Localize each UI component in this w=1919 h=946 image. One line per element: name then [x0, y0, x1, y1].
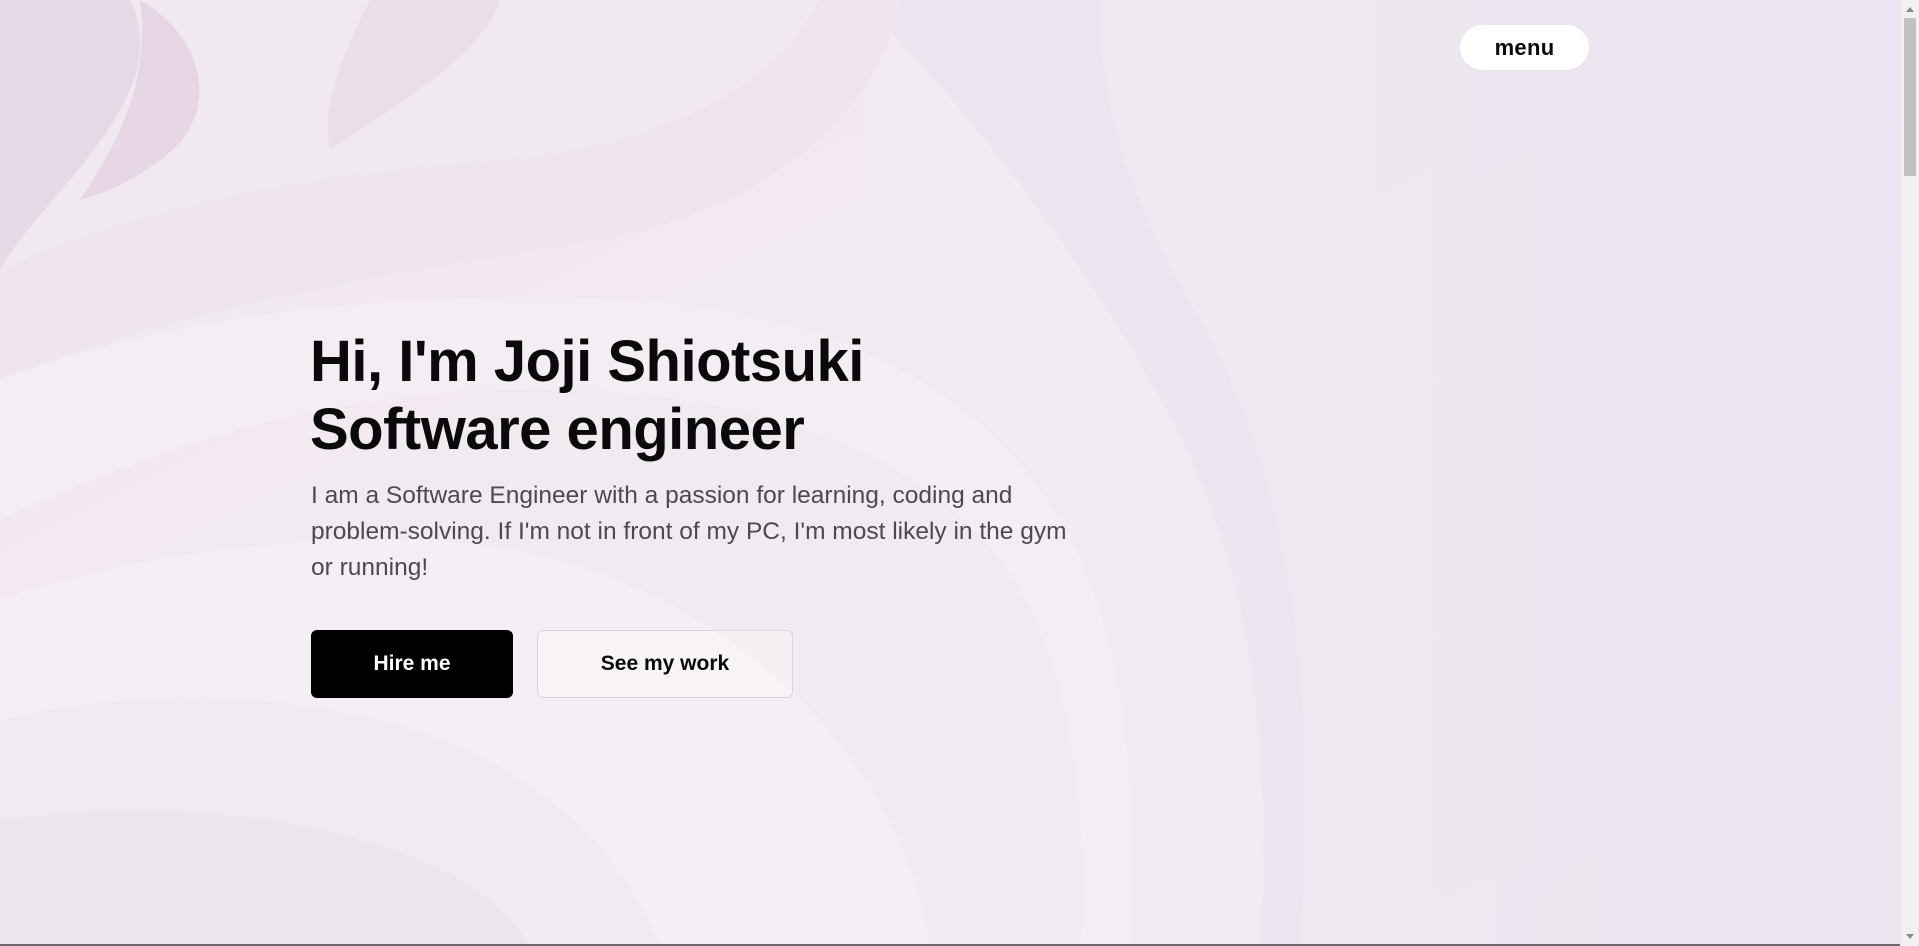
hero-title: Hi, I'm Joji Shiotsuki Software engineer — [310, 328, 1070, 464]
see-my-work-button[interactable]: See my work — [537, 630, 793, 698]
hero-title-line-1: Hi, I'm Joji Shiotsuki — [310, 329, 864, 394]
page: menu Hi, I'm Joji Shiotsuki Software eng… — [0, 0, 1900, 946]
scrollbar-thumb[interactable] — [1904, 18, 1916, 176]
hero-title-line-2: Software engineer — [310, 397, 805, 462]
hero-description: I am a Software Engineer with a passion … — [311, 482, 1067, 581]
hire-me-button[interactable]: Hire me — [311, 630, 513, 698]
scroll-up-arrow-icon[interactable] — [1906, 7, 1914, 12]
scroll-down-arrow-icon[interactable] — [1906, 934, 1914, 939]
vertical-scrollbar[interactable] — [1900, 0, 1919, 946]
hero-actions: Hire me See my work — [311, 630, 793, 698]
menu-button[interactable]: menu — [1460, 25, 1589, 70]
hero-section: Hi, I'm Joji Shiotsuki Software engineer… — [310, 328, 1070, 586]
